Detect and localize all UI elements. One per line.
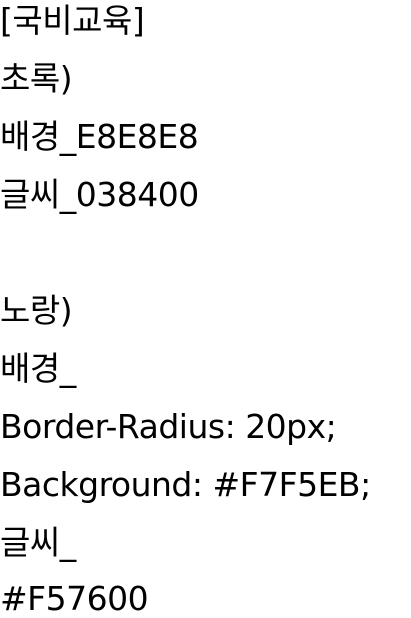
heading-line: [국비교육] [0, 1, 145, 40]
yellow-text-color-line: #F57600 [0, 579, 149, 618]
document-body: [국비교육] 초록) 배경_E8E8E8 글씨_038400 노랑) 배경_ B… [0, 0, 411, 618]
yellow-text-label: 글씨_ [0, 523, 76, 562]
green-section-title: 초록) [0, 59, 73, 98]
border-radius-line: Border-Radius: 20px; [0, 407, 337, 446]
yellow-section-title: 노랑) [0, 291, 73, 330]
green-background-line: 배경_E8E8E8 [0, 117, 199, 156]
yellow-background-label: 배경_ [0, 349, 76, 388]
background-color-line: Background: #F7F5EB; [0, 465, 371, 504]
green-text-color-line: 글씨_038400 [0, 175, 199, 214]
